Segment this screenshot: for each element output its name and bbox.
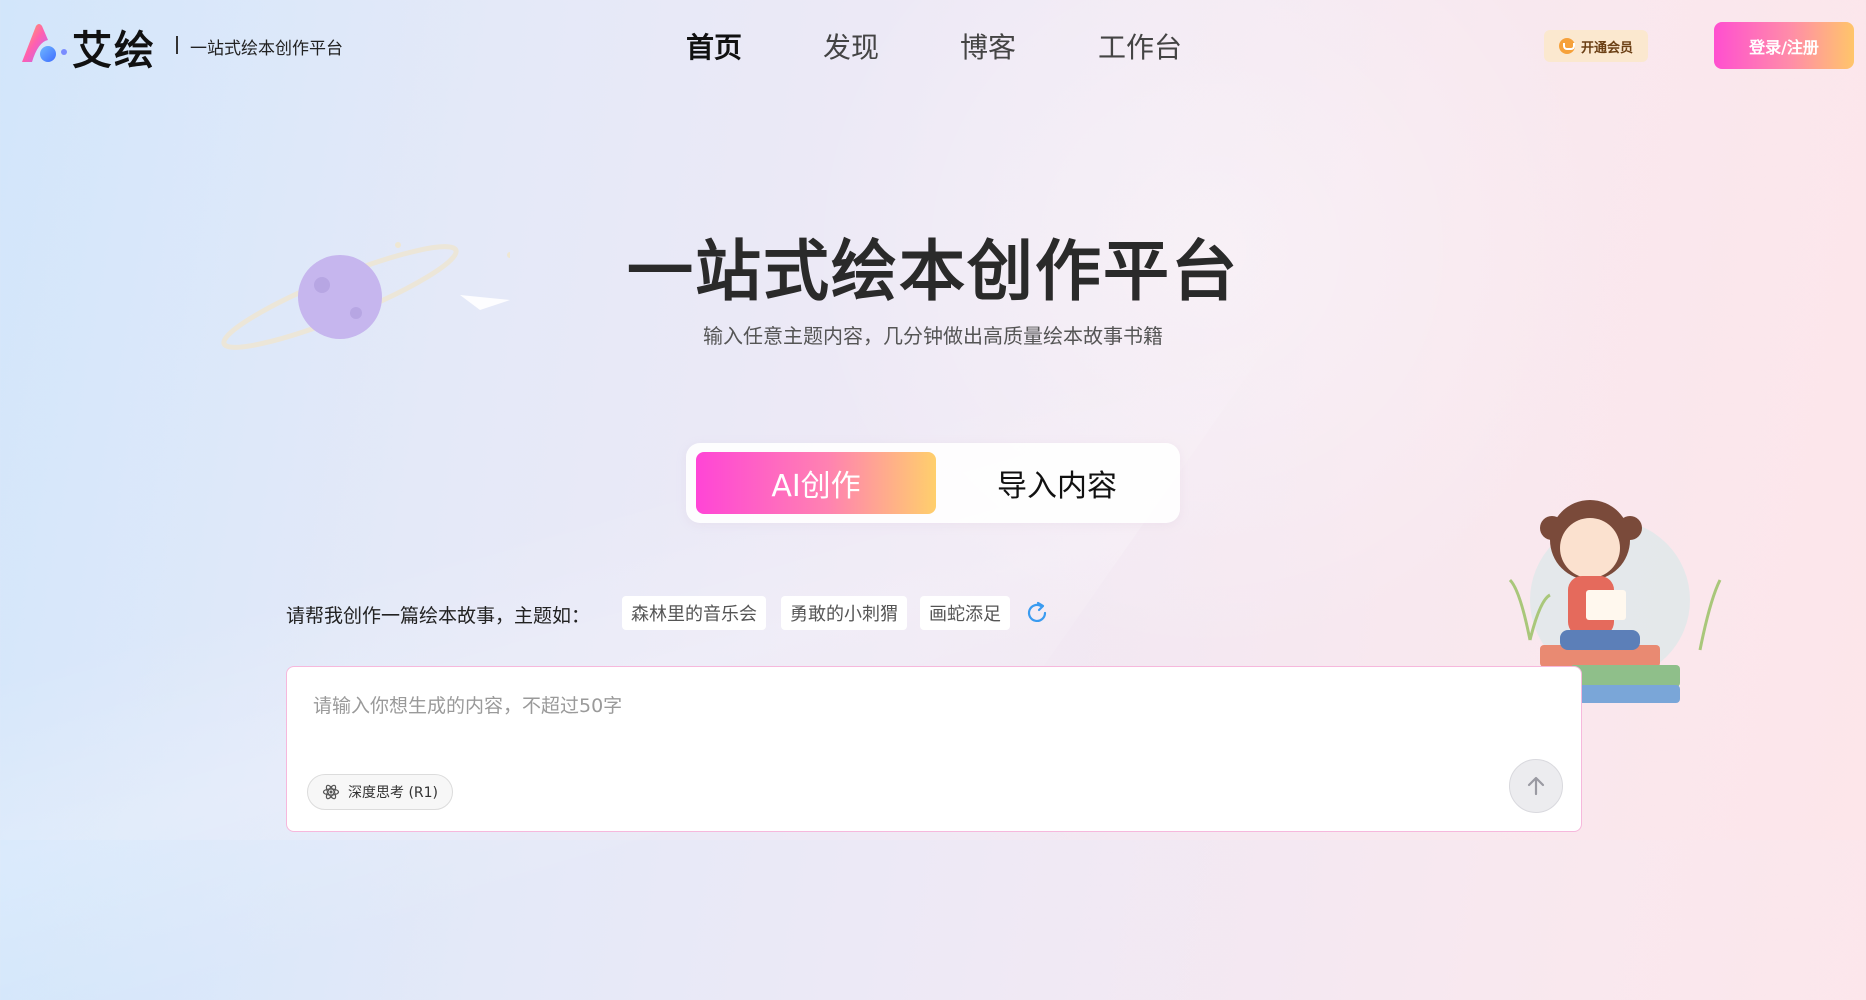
suggestion-chip[interactable]: 森林里的音乐会	[622, 596, 766, 630]
deep-think-toggle[interactable]: 深度思考 (R1)	[307, 774, 454, 810]
send-button[interactable]	[1509, 759, 1563, 813]
nav-workspace[interactable]: 工作台	[1098, 26, 1182, 66]
hero-subtitle: 输入任意主题内容，几分钟做出高质量绘本故事书籍	[703, 324, 1163, 348]
vip-icon	[1558, 38, 1575, 54]
brand-subtitle: 一站式绘本创作平台	[190, 39, 343, 59]
nav-blog[interactable]: 博客	[960, 26, 1016, 66]
prompt-input[interactable]	[311, 689, 1515, 733]
nav-home[interactable]: 首页	[686, 26, 742, 66]
logo-icon[interactable]	[18, 22, 70, 66]
brand-divider	[176, 36, 178, 54]
nav-discover[interactable]: 发现	[823, 26, 879, 66]
top-header: 艾绘 一站式绘本创作平台 首页 发现 博客 工作台 开通会员 登录/注册	[0, 0, 1866, 92]
brand-name[interactable]: 艾绘	[72, 18, 156, 76]
vip-label: 开通会员	[1580, 40, 1633, 56]
ai-create-tab[interactable]: AI创作	[696, 452, 936, 514]
suggestion-chip[interactable]: 画蛇添足	[920, 596, 1010, 630]
deep-think-label: 深度思考 (R1)	[348, 785, 439, 801]
prompt-label: 请帮我创作一篇绘本故事，主题如：	[286, 605, 591, 627]
login-register-button[interactable]: 登录/注册	[1714, 22, 1854, 69]
import-content-tab[interactable]: 导入内容	[938, 452, 1176, 514]
vip-button[interactable]: 开通会员	[1544, 30, 1648, 62]
refresh-icon[interactable]	[1024, 600, 1050, 626]
suggestion-chip[interactable]: 勇敢的小刺猬	[781, 596, 907, 630]
arrow-up-icon	[1527, 776, 1545, 796]
hero-title: 一站式绘本创作平台	[627, 233, 1239, 310]
prompt-input-box: 深度思考 (R1)	[286, 666, 1582, 832]
mode-toggle: AI创作 导入内容	[686, 443, 1180, 523]
atom-icon	[322, 784, 340, 800]
